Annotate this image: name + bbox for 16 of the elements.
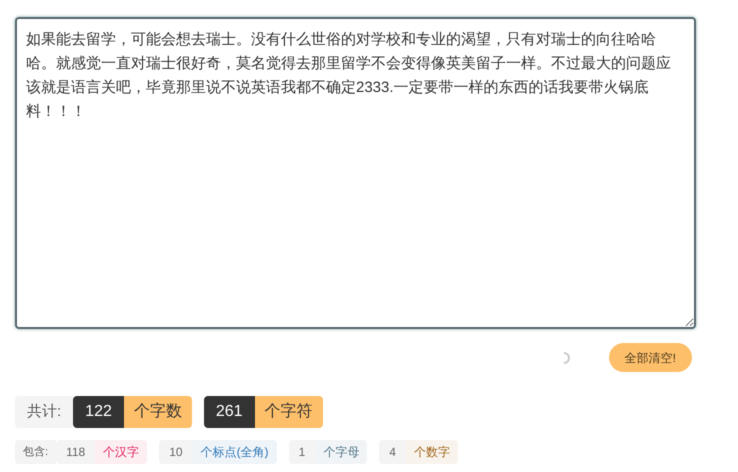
count-value: 122 (73, 396, 124, 428)
total-label: 共计: (15, 396, 74, 428)
contains-label: 包含: (15, 440, 56, 464)
count-unit: 个数字 (406, 440, 458, 464)
count-value: 4 (379, 440, 406, 464)
count-unit: 个字母 (315, 440, 368, 464)
text-area[interactable]: 如果能去留学，可能会想去瑞士。没有什么世俗的对学校和专业的渴望，只有对瑞士的向往哈哈哈。就感觉一直对瑞士很好奇，莫名觉得去那里留学不会变得像英美留子一样。不过最大的问题应该就是语言关吧，毕竟那里说不说英语我都不确定2333.一定要带一样的东西的话我要带火锅底料！！！ (15, 17, 696, 329)
count-value: 1 (288, 440, 316, 464)
count-value: 261 (204, 396, 255, 428)
count-value: 118 (56, 440, 96, 464)
count-value: 10 (159, 440, 193, 464)
count-unit: 个汉字 (95, 440, 148, 464)
count-unit: 个标点(全角) (192, 440, 277, 464)
count-unit: 个字数 (124, 396, 192, 428)
count-unit: 个字符 (254, 396, 323, 428)
clear-all-button[interactable]: 全部清空! (608, 343, 692, 372)
